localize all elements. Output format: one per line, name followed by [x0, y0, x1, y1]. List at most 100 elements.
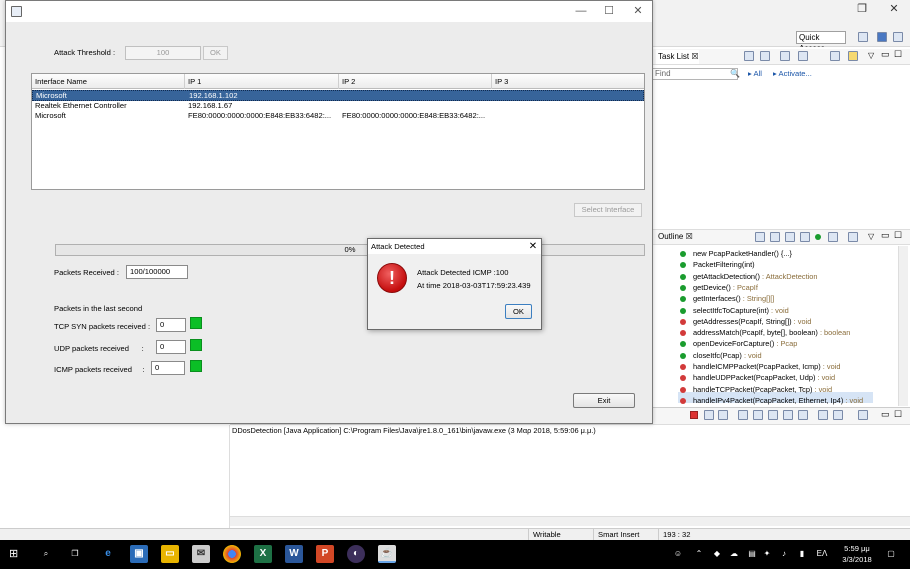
- outline-scrollbar[interactable]: [898, 246, 908, 406]
- chrome-icon[interactable]: [223, 545, 241, 563]
- volume-icon[interactable]: ♪: [778, 546, 790, 562]
- network-icon[interactable]: ▤: [746, 546, 758, 562]
- outline-item[interactable]: getInterfaces() : String[][]: [680, 293, 774, 304]
- categorize-icon[interactable]: [760, 51, 770, 61]
- task-repo-icon[interactable]: [848, 51, 858, 61]
- remove-launch-icon[interactable]: [704, 410, 714, 420]
- search-icon[interactable]: ⌕: [37, 546, 55, 562]
- file-explorer-icon[interactable]: ▭: [161, 545, 179, 563]
- outline-item[interactable]: getAttackDetection() : AttackDetection: [680, 271, 817, 282]
- select-interface-button[interactable]: Select Interface: [574, 203, 642, 217]
- tray-expand-icon[interactable]: ⌃: [693, 546, 705, 562]
- battery-icon[interactable]: ▮: [796, 546, 808, 562]
- terminate-icon[interactable]: [690, 411, 698, 419]
- eclipse-restore-button[interactable]: ❐: [853, 2, 871, 16]
- dialog-title[interactable]: Attack Detected: [368, 239, 541, 254]
- close-icon[interactable]: ☒: [691, 52, 698, 61]
- find-input[interactable]: Find: [652, 68, 738, 80]
- all-link[interactable]: ▸ All: [748, 69, 762, 78]
- column-header[interactable]: IP 3: [492, 74, 644, 89]
- sync-icon[interactable]: [830, 51, 840, 61]
- focus-icon[interactable]: [798, 51, 808, 61]
- eclipse-close-button[interactable]: ✕: [885, 2, 903, 16]
- dialog-ok-button[interactable]: OK: [505, 304, 532, 319]
- minimize-icon[interactable]: ▭: [881, 49, 890, 60]
- table-row[interactable]: Realtek Ethernet Controller 192.168.1.67: [32, 101, 644, 112]
- interface-table[interactable]: Interface Name IP 1 IP 2 IP 3 Microsoft …: [31, 73, 645, 190]
- hide-nonpublic-icon[interactable]: [815, 234, 821, 240]
- maximize-icon[interactable]: ☐: [894, 49, 902, 60]
- dialog-close-button[interactable]: ✕: [526, 239, 540, 254]
- window-titlebar[interactable]: — ☐ ✕: [6, 1, 652, 22]
- table-row[interactable]: Microsoft FE80:0000:0000:0000:E848:EB33:…: [32, 111, 644, 122]
- edge-icon[interactable]: e: [99, 545, 117, 563]
- filter-icon[interactable]: [780, 51, 790, 61]
- quick-access-input[interactable]: Quick Access: [796, 31, 846, 53]
- java-window-icon[interactable]: ☕: [378, 545, 396, 563]
- new-task-icon[interactable]: [744, 51, 754, 61]
- column-header[interactable]: Interface Name: [32, 74, 185, 89]
- show-stdout-icon[interactable]: [768, 410, 778, 420]
- java-perspective-icon[interactable]: [877, 32, 887, 42]
- close-button[interactable]: ✕: [628, 4, 648, 18]
- collapse-all-icon[interactable]: [755, 232, 765, 242]
- excel-icon[interactable]: X: [254, 545, 272, 563]
- outline-item[interactable]: selectItfcToCapture(int) : void: [680, 305, 789, 316]
- taskbar-clock[interactable]: 5:59 μμ 3/3/2018: [832, 543, 882, 565]
- outline-item[interactable]: getAddresses(PcapIf, String[]) : void: [680, 316, 811, 327]
- minimize-icon[interactable]: ▭: [881, 230, 890, 241]
- outline-item[interactable]: closeItfc(Pcap) : void: [680, 350, 762, 361]
- packets-received-field[interactable]: 100/100000: [126, 265, 188, 279]
- mail-icon[interactable]: ✉: [192, 545, 210, 563]
- outline-item[interactable]: openDeviceForCapture() : Pcap: [680, 338, 797, 349]
- view-menu-icon[interactable]: ▽: [868, 232, 874, 241]
- minimize-icon[interactable]: ▭: [881, 409, 890, 420]
- threshold-input[interactable]: 100: [125, 46, 201, 60]
- maximize-icon[interactable]: ☐: [894, 409, 902, 420]
- close-icon[interactable]: ☒: [686, 232, 693, 241]
- outline-item[interactable]: addressMatch(PcapIf, byte[], boolean) : …: [680, 327, 850, 338]
- console-view[interactable]: [230, 425, 910, 528]
- remove-all-icon[interactable]: [718, 410, 728, 420]
- language-indicator[interactable]: ΕΛ: [815, 546, 829, 562]
- cloud-icon[interactable]: ☁: [728, 546, 740, 562]
- hide-static-icon[interactable]: [800, 232, 810, 242]
- new-console-icon[interactable]: [858, 410, 868, 420]
- maximize-button[interactable]: ☐: [599, 4, 619, 18]
- outline-item[interactable]: handleTCPPacket(PcapPacket, Tcp) : void: [680, 384, 832, 395]
- security-icon[interactable]: ◆: [711, 546, 723, 562]
- open-console-icon[interactable]: [833, 410, 843, 420]
- perspective-icon[interactable]: [858, 32, 868, 42]
- store-icon[interactable]: ▣: [130, 545, 148, 563]
- search-icon[interactable]: 🔍: [730, 69, 740, 78]
- powerpoint-icon[interactable]: P: [316, 545, 334, 563]
- people-icon[interactable]: ☺: [672, 546, 684, 562]
- show-stderr-icon[interactable]: [783, 410, 793, 420]
- exit-button[interactable]: Exit: [573, 393, 635, 408]
- outline-item[interactable]: getDevice() : PcapIf: [680, 282, 758, 293]
- icmp-field[interactable]: 0: [151, 361, 185, 375]
- hide-fields-icon[interactable]: [785, 232, 795, 242]
- minimize-button[interactable]: —: [571, 4, 591, 18]
- debug-perspective-icon[interactable]: [893, 32, 903, 42]
- sort-icon[interactable]: [770, 232, 780, 242]
- notifications-icon[interactable]: ▢: [884, 546, 898, 562]
- outline-item[interactable]: PacketFiltering(int): [680, 259, 755, 270]
- console-scrollbar[interactable]: [230, 516, 910, 526]
- table-row[interactable]: Microsoft 192.168.1.102: [32, 90, 644, 101]
- pin-console-icon[interactable]: [798, 410, 808, 420]
- word-wrap-icon[interactable]: [753, 410, 763, 420]
- display-console-icon[interactable]: [818, 410, 828, 420]
- outline-item[interactable]: handleUDPPacket(PcapPacket, Udp) : void: [680, 372, 835, 383]
- column-header[interactable]: IP 1: [185, 74, 339, 89]
- hide-local-types-icon[interactable]: [828, 232, 838, 242]
- tab-task-list[interactable]: Task List ☒: [656, 50, 699, 64]
- windows-start-icon[interactable]: ⊞: [9, 548, 21, 560]
- view-menu-icon[interactable]: ▽: [868, 51, 874, 60]
- tcp-syn-field[interactable]: 0: [156, 318, 186, 332]
- column-header[interactable]: IP 2: [339, 74, 492, 89]
- outline-item[interactable]: handleIPv4Packet(PcapPacket, Ethernet, I…: [680, 395, 863, 406]
- threshold-ok-button[interactable]: OK: [203, 46, 228, 60]
- eclipse-icon[interactable]: ◐: [347, 545, 365, 563]
- scroll-lock-icon[interactable]: [738, 410, 748, 420]
